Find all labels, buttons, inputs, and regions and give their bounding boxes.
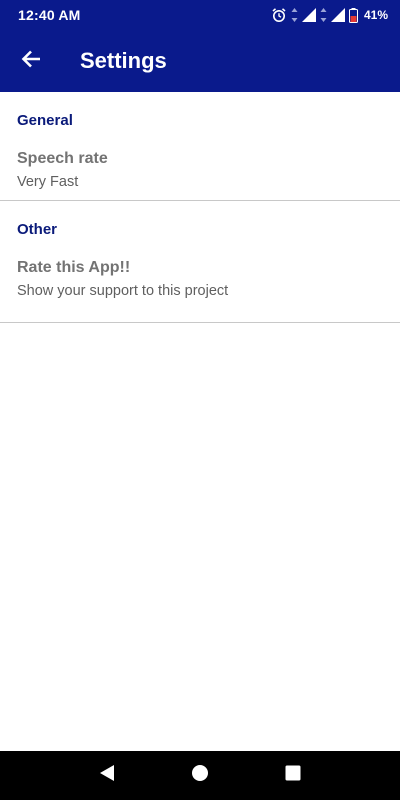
data-arrows-icon bbox=[320, 8, 327, 22]
pref-title: Speech rate bbox=[17, 150, 108, 167]
category-general: General Speech rate Very Fast bbox=[0, 92, 400, 201]
rate-app-item[interactable]: Rate this App!! Show your support to thi… bbox=[0, 240, 400, 313]
alarm-icon bbox=[271, 7, 287, 23]
battery-icon bbox=[348, 7, 358, 23]
signal-icon bbox=[330, 8, 345, 22]
nav-home-button[interactable] bbox=[180, 756, 220, 796]
battery-percent: 41% bbox=[363, 8, 388, 22]
back-button[interactable] bbox=[0, 30, 62, 92]
status-time: 12:40 AM bbox=[18, 7, 81, 23]
back-triangle-icon bbox=[99, 764, 115, 787]
home-circle-icon bbox=[191, 764, 209, 787]
status-icons: 41% bbox=[271, 0, 388, 30]
settings-list: General Speech rate Very Fast Other Rate… bbox=[0, 92, 400, 323]
app-bar: Settings bbox=[0, 30, 400, 92]
pref-title: Rate this App!! bbox=[17, 259, 131, 276]
category-title: Other bbox=[17, 221, 58, 238]
arrow-left-icon bbox=[21, 50, 41, 73]
navigation-bar bbox=[0, 751, 400, 800]
settings-screen: 12:40 AM 41% Settings General Speech rat… bbox=[0, 0, 400, 800]
category-title: General bbox=[17, 112, 73, 129]
pref-summary: Show your support to this project bbox=[17, 283, 229, 299]
page-title: Settings bbox=[80, 48, 167, 73]
category-other: Other Rate this App!! Show your support … bbox=[0, 201, 400, 323]
signal-icon bbox=[301, 8, 316, 22]
pref-summary: Very Fast bbox=[17, 174, 79, 190]
data-arrows-icon bbox=[291, 8, 298, 22]
speech-rate-item[interactable]: Speech rate Very Fast bbox=[0, 131, 400, 204]
nav-back-button[interactable] bbox=[87, 756, 127, 796]
nav-recents-button[interactable] bbox=[273, 756, 313, 796]
recents-square-icon bbox=[285, 765, 301, 786]
status-bar: 12:40 AM 41% bbox=[0, 0, 400, 30]
